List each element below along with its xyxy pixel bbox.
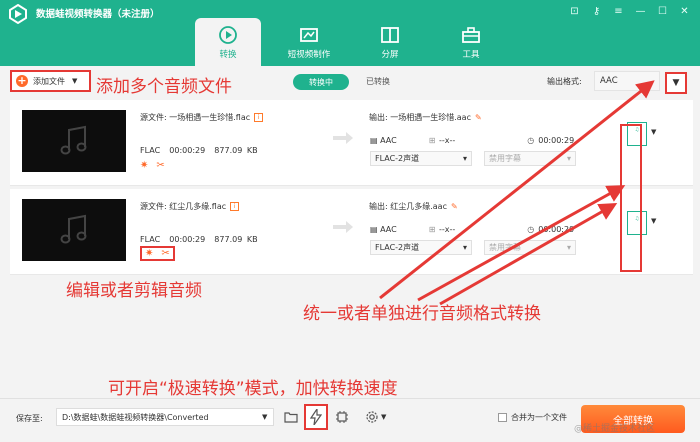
- pencil-icon[interactable]: ✎: [475, 113, 482, 122]
- info-icon[interactable]: i: [230, 202, 240, 211]
- main-tabs: 转换 短视频制作 分屏 工具: [195, 18, 519, 66]
- scissors-icon[interactable]: ✂: [161, 248, 169, 259]
- file-row: 源文件: 一场相遇一生珍惜.flac i FLAC 00:00:29 877.09…: [10, 100, 693, 186]
- source-file-name: 源文件: 红尘几多缘.flac i: [140, 201, 240, 212]
- merge-checkbox[interactable]: [498, 413, 507, 422]
- pencil-icon[interactable]: ✎: [451, 202, 458, 211]
- title-bar: 数据蛙视频转换器（未注册） ⊡ ⚷ ≡ — ☐ ✕ 转换 短视频制作 分屏 工具: [0, 0, 700, 66]
- app-logo-icon: [9, 4, 27, 24]
- output-format-label: 输出格式:: [547, 77, 582, 86]
- format-icons-highlight: [620, 124, 642, 272]
- subtitle-select[interactable]: 禁用字幕 ▾: [484, 151, 576, 166]
- edit-tools: ✷ ✂: [140, 160, 165, 171]
- source-file-name: 源文件: 一场相遇一生珍惜.flac i: [140, 112, 264, 123]
- audio-thumbnail: [22, 110, 126, 172]
- toolbox-icon: [462, 26, 480, 43]
- clock-icon: ◷: [527, 136, 535, 145]
- edit-tools: ✷ ✂: [140, 246, 175, 261]
- info-icon[interactable]: i: [254, 113, 264, 122]
- gpu-chip-icon[interactable]: [335, 410, 349, 424]
- audio-channel-select[interactable]: FLAC-2声道 ▾: [370, 240, 472, 255]
- merge-option[interactable]: 合并为一个文件: [498, 412, 567, 423]
- subtitle-select[interactable]: 禁用字幕 ▾: [484, 240, 576, 255]
- film-icon: [300, 27, 318, 42]
- source-meta: FLAC 00:00:29 877.09 KB: [140, 146, 258, 155]
- plus-icon: +: [16, 74, 28, 87]
- maximize-icon[interactable]: ☐: [653, 3, 672, 19]
- chevron-down-icon[interactable]: ▼: [651, 217, 656, 225]
- add-file-button[interactable]: + 添加文件 ▼: [10, 70, 91, 92]
- output-meta: ▤ AAC ⊞ --x-- ◷ 00:00:29: [370, 136, 575, 145]
- output-file-name: 输出: 一场相遇一生珍惜.aac ✎: [369, 113, 482, 122]
- lightning-icon: [310, 409, 322, 425]
- file-row: 源文件: 红尘几多缘.flac i FLAC 00:00:29 877.09 KB…: [10, 189, 693, 275]
- audio-channel-select[interactable]: FLAC-2声道 ▾: [370, 151, 472, 166]
- magic-wand-icon[interactable]: ✷: [145, 248, 153, 259]
- chevron-down-icon: ▾: [462, 243, 467, 252]
- split-screen-icon: [381, 26, 399, 43]
- tab-converted[interactable]: 已转换: [366, 76, 390, 87]
- tab-convert[interactable]: 转换: [195, 18, 261, 66]
- menu-icon[interactable]: ≡: [609, 3, 628, 19]
- chevron-down-icon: ▾: [566, 243, 571, 252]
- audio-thumbnail: [22, 199, 126, 261]
- magic-wand-icon[interactable]: ✷: [140, 160, 148, 171]
- chevron-down-icon[interactable]: ▼: [651, 128, 656, 136]
- output-meta: ▤ AAC ⊞ --x-- ◷ 00:00:29: [370, 225, 575, 234]
- resolution-icon: ⊞: [428, 136, 437, 145]
- convert-icon: [219, 25, 237, 44]
- tab-converting[interactable]: 转换中: [293, 74, 349, 90]
- output-file-name: 输出: 红尘几多缘.aac ✎: [369, 202, 458, 211]
- watermark: @稀土掘金技术社区: [574, 424, 656, 434]
- tab-tools[interactable]: 工具: [438, 18, 504, 66]
- chevron-down-icon[interactable]: ▼: [262, 413, 267, 421]
- tab-split-screen[interactable]: 分屏: [357, 18, 423, 66]
- output-format-select[interactable]: AAC: [594, 71, 660, 91]
- resolution-icon: ⊞: [428, 225, 437, 234]
- output-format-dropdown-button[interactable]: ▼: [665, 72, 687, 94]
- save-path-field[interactable]: D:\数据蛙\数据蛙视频转换器\Converted: [56, 408, 274, 426]
- app-title: 数据蛙视频转换器（未注册）: [36, 9, 160, 20]
- chevron-down-icon[interactable]: ▼: [381, 413, 386, 421]
- scissors-icon[interactable]: ✂: [156, 160, 164, 171]
- annotation-speed: 可开启“极速转换”模式，加快转换速度: [108, 379, 398, 399]
- music-note-icon: [60, 125, 87, 155]
- minimize-icon[interactable]: —: [631, 3, 650, 19]
- music-note-icon: [60, 214, 87, 244]
- folder-icon[interactable]: [284, 410, 298, 424]
- source-meta: FLAC 00:00:29 877.09 KB: [140, 235, 258, 244]
- tab-short-video[interactable]: 短视频制作: [276, 18, 342, 66]
- close-icon[interactable]: ✕: [675, 3, 694, 19]
- arrow-right-icon: [333, 132, 353, 144]
- clock-icon: ◷: [527, 225, 535, 234]
- gear-icon[interactable]: [365, 410, 379, 424]
- annotation-add-multi: 添加多个音频文件: [96, 77, 232, 97]
- chevron-down-icon: ▼: [672, 78, 680, 88]
- bottom-bar: 保存至: D:\数据蛙\数据蛙视频转换器\Converted ▼ ▼ 合并为一个…: [0, 398, 700, 442]
- film-strip-icon: ▤: [370, 136, 378, 145]
- chevron-down-icon: ▾: [462, 154, 467, 163]
- key-icon[interactable]: ⚷: [587, 3, 606, 19]
- annotation-unify: 统一或者单独进行音频格式转换: [303, 304, 541, 324]
- gift-icon[interactable]: ⊡: [565, 3, 584, 19]
- chevron-down-icon[interactable]: ▼: [72, 77, 77, 85]
- save-to-label: 保存至:: [16, 414, 43, 423]
- chevron-down-icon: ▾: [566, 154, 571, 163]
- window-controls: ⊡ ⚷ ≡ — ☐ ✕: [565, 3, 694, 19]
- arrow-right-icon: [333, 221, 353, 233]
- speed-convert-button[interactable]: [304, 404, 328, 430]
- annotation-edit-cut: 编辑或者剪辑音频: [66, 281, 202, 301]
- film-strip-icon: ▤: [370, 225, 378, 234]
